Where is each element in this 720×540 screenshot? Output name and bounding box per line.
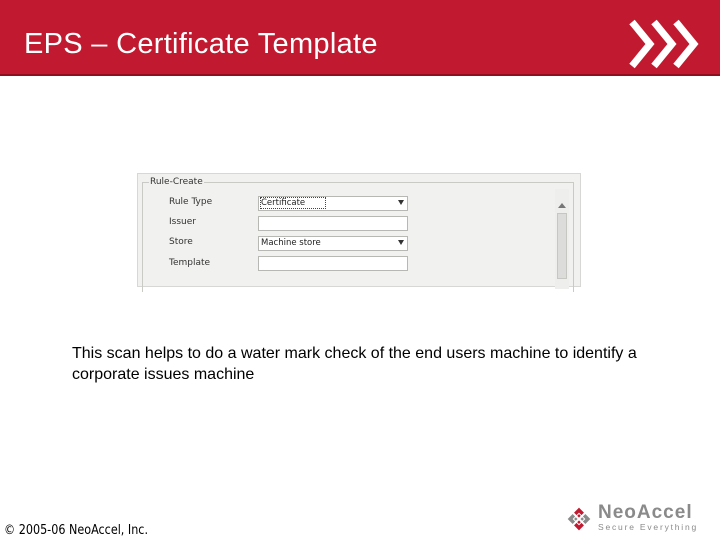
rule-type-value: Certificate	[259, 197, 327, 209]
groupbox-legend: Rule-Create	[149, 177, 204, 187]
title-bar: EPS – Certificate Template	[0, 0, 720, 76]
issuer-label: Issuer	[169, 217, 196, 227]
chevron-arrows-icon	[629, 19, 699, 69]
copyright-text: © 2005-06 NeoAccel, Inc.	[4, 523, 149, 538]
template-input[interactable]	[258, 256, 408, 271]
logo-tagline: Secure Everything	[598, 522, 699, 532]
store-dropdown[interactable]: Machine store	[258, 236, 408, 251]
rule-type-label: Rule Type	[169, 197, 213, 207]
chevron-down-icon[interactable]	[398, 240, 404, 245]
template-label: Template	[169, 258, 211, 268]
rule-create-screenshot: Rule-Create Rule Type Certificate Issuer…	[137, 173, 581, 292]
store-value: Machine store	[261, 238, 321, 248]
neoaccel-logo-icon	[567, 507, 591, 531]
vertical-scrollbar[interactable]	[555, 189, 569, 289]
rule-type-dropdown[interactable]: Certificate	[258, 196, 408, 211]
scrollbar-thumb[interactable]	[557, 213, 567, 279]
scroll-up-arrow-icon[interactable]	[558, 203, 566, 208]
rule-create-groupbox: Rule-Create Rule Type Certificate Issuer…	[142, 177, 574, 292]
slide-body-text: This scan helps to do a water mark check…	[72, 345, 637, 383]
logo-name: NeoAccel	[598, 502, 693, 523]
neoaccel-logo: NeoAccel Secure Everything	[564, 500, 714, 534]
issuer-input[interactable]	[258, 216, 408, 231]
slide-title: EPS – Certificate Template	[24, 28, 378, 60]
chevron-down-icon[interactable]	[398, 200, 404, 205]
store-label: Store	[169, 237, 193, 247]
